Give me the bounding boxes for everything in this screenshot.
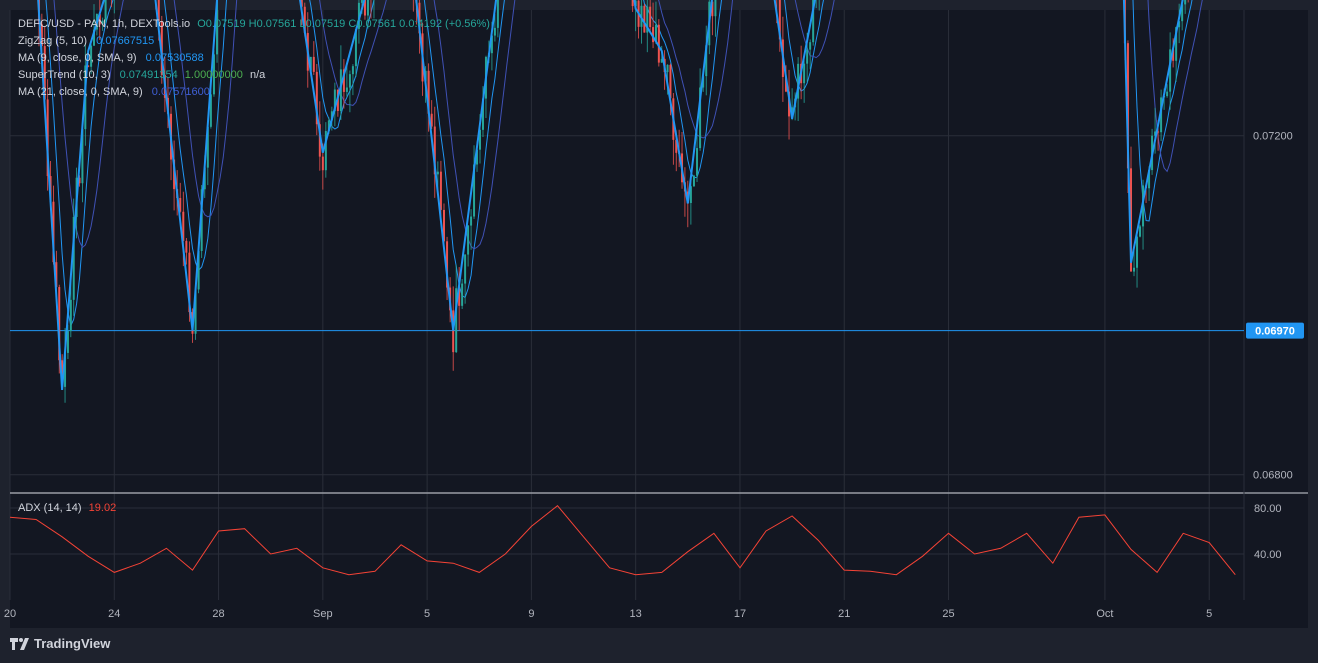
time-tick-label: 21 bbox=[838, 608, 850, 620]
legend: DEFC/USD - PAN, 1h, DEXTools.io O0.07519… bbox=[18, 16, 490, 101]
legend-zigzag[interactable]: ZigZag (5, 10) 0.07667515 bbox=[18, 33, 490, 50]
price-tick-label: 0.07200 bbox=[1253, 131, 1293, 143]
time-tick-label: 20 bbox=[4, 608, 16, 620]
candle-body bbox=[439, 171, 442, 210]
close-value: C0.07561 bbox=[348, 18, 397, 30]
ma21-value: 0.07571600 bbox=[151, 86, 210, 98]
candle-body bbox=[467, 225, 470, 255]
adx-tick-label: 80.00 bbox=[1254, 503, 1282, 515]
time-tick-label: 9 bbox=[528, 608, 534, 620]
candle-body bbox=[696, 148, 699, 176]
time-tick-label: Sep bbox=[313, 608, 333, 620]
time-tick-label: 5 bbox=[1206, 608, 1212, 620]
tradingview-icon bbox=[10, 637, 29, 650]
candle-body bbox=[321, 156, 324, 171]
symbol-label[interactable]: DEFC/USD - PAN, 1h, DEXTools.io bbox=[18, 18, 190, 30]
candle-body bbox=[714, 0, 717, 17]
zigzag-value: 0.07667515 bbox=[96, 35, 155, 47]
candle-body bbox=[493, 27, 496, 36]
candle-body bbox=[803, 63, 806, 84]
supertrend-value3: n/a bbox=[249, 69, 266, 81]
change-value: 0.0:4192 (+0.56%) bbox=[399, 18, 490, 30]
candle-body bbox=[649, 6, 652, 28]
adx-legend[interactable]: ADX (14, 14) 19.02 bbox=[18, 502, 116, 514]
adx-label: ADX (14, 14) bbox=[18, 502, 82, 514]
open-value: O0.07519 bbox=[197, 18, 246, 30]
time-tick-label: 5 bbox=[424, 608, 430, 620]
time-tick-label: Oct bbox=[1096, 608, 1113, 620]
candle-body bbox=[461, 283, 464, 306]
candle-body bbox=[69, 299, 72, 332]
adx-pane bbox=[10, 494, 1244, 600]
candle-body bbox=[1166, 91, 1169, 97]
candle-body bbox=[464, 254, 467, 284]
time-tick-label: 25 bbox=[942, 608, 954, 620]
time-tick-label: 28 bbox=[212, 608, 224, 620]
legend-header: DEFC/USD - PAN, 1h, DEXTools.io O0.07519… bbox=[18, 16, 490, 33]
supertrend-value2: 1.00000000 bbox=[184, 69, 243, 81]
low-value: L0.07519 bbox=[299, 18, 346, 30]
candle-body bbox=[470, 216, 473, 226]
adx-tick-label: 40.00 bbox=[1254, 549, 1282, 561]
supertrend-value: 0.07491354 bbox=[119, 69, 178, 81]
zigzag-label: ZigZag (5, 10) bbox=[18, 35, 88, 47]
price-tick-label: 0.06800 bbox=[1253, 470, 1293, 482]
tradingview-logo[interactable]: TradingView bbox=[10, 636, 110, 651]
legend-supertrend[interactable]: SuperTrend (10, 3) 0.07491354 1.00000000… bbox=[18, 67, 490, 84]
candle-body bbox=[1139, 226, 1142, 237]
legend-ma21[interactable]: MA (21, close, 0, SMA, 9) 0.07571600 bbox=[18, 84, 490, 101]
chart-window: 20 24 28 Sep 5 9 13 17 21 25 Oct 5 0.06800 0.07200 0.0… bbox=[0, 0, 1318, 663]
candle-body bbox=[643, 5, 646, 33]
candle-body bbox=[666, 64, 669, 73]
time-tick-label: 13 bbox=[630, 608, 642, 620]
candle-body bbox=[185, 240, 188, 253]
time-tick-label: 17 bbox=[734, 608, 746, 620]
high-value: H0.07561 bbox=[248, 18, 297, 30]
time-tick-label: 24 bbox=[108, 608, 120, 620]
ma9-label: MA (9, close, 0, SMA, 9) bbox=[18, 52, 137, 64]
legend-ma9[interactable]: MA (9, close, 0, SMA, 9) 0.07530588 bbox=[18, 50, 490, 67]
candle-body bbox=[806, 49, 809, 64]
brand-name: TradingView bbox=[34, 636, 111, 651]
supertrend-label: SuperTrend (10, 3) bbox=[18, 69, 111, 81]
candle-body bbox=[1133, 267, 1136, 272]
ma21-label: MA (21, close, 0, SMA, 9) bbox=[18, 86, 143, 98]
candle-body bbox=[1184, 0, 1187, 5]
candle-body bbox=[692, 175, 695, 187]
candle-body bbox=[809, 42, 812, 50]
level-label: 0.06970 bbox=[1255, 326, 1295, 338]
candle-body bbox=[436, 171, 439, 175]
adx-value: 19.02 bbox=[88, 502, 117, 514]
candle-body bbox=[1136, 236, 1139, 268]
ma9-value: 0.07530588 bbox=[145, 52, 204, 64]
candle-body bbox=[496, 0, 499, 28]
candle-body bbox=[366, 0, 369, 16]
candle-body bbox=[631, 0, 634, 7]
